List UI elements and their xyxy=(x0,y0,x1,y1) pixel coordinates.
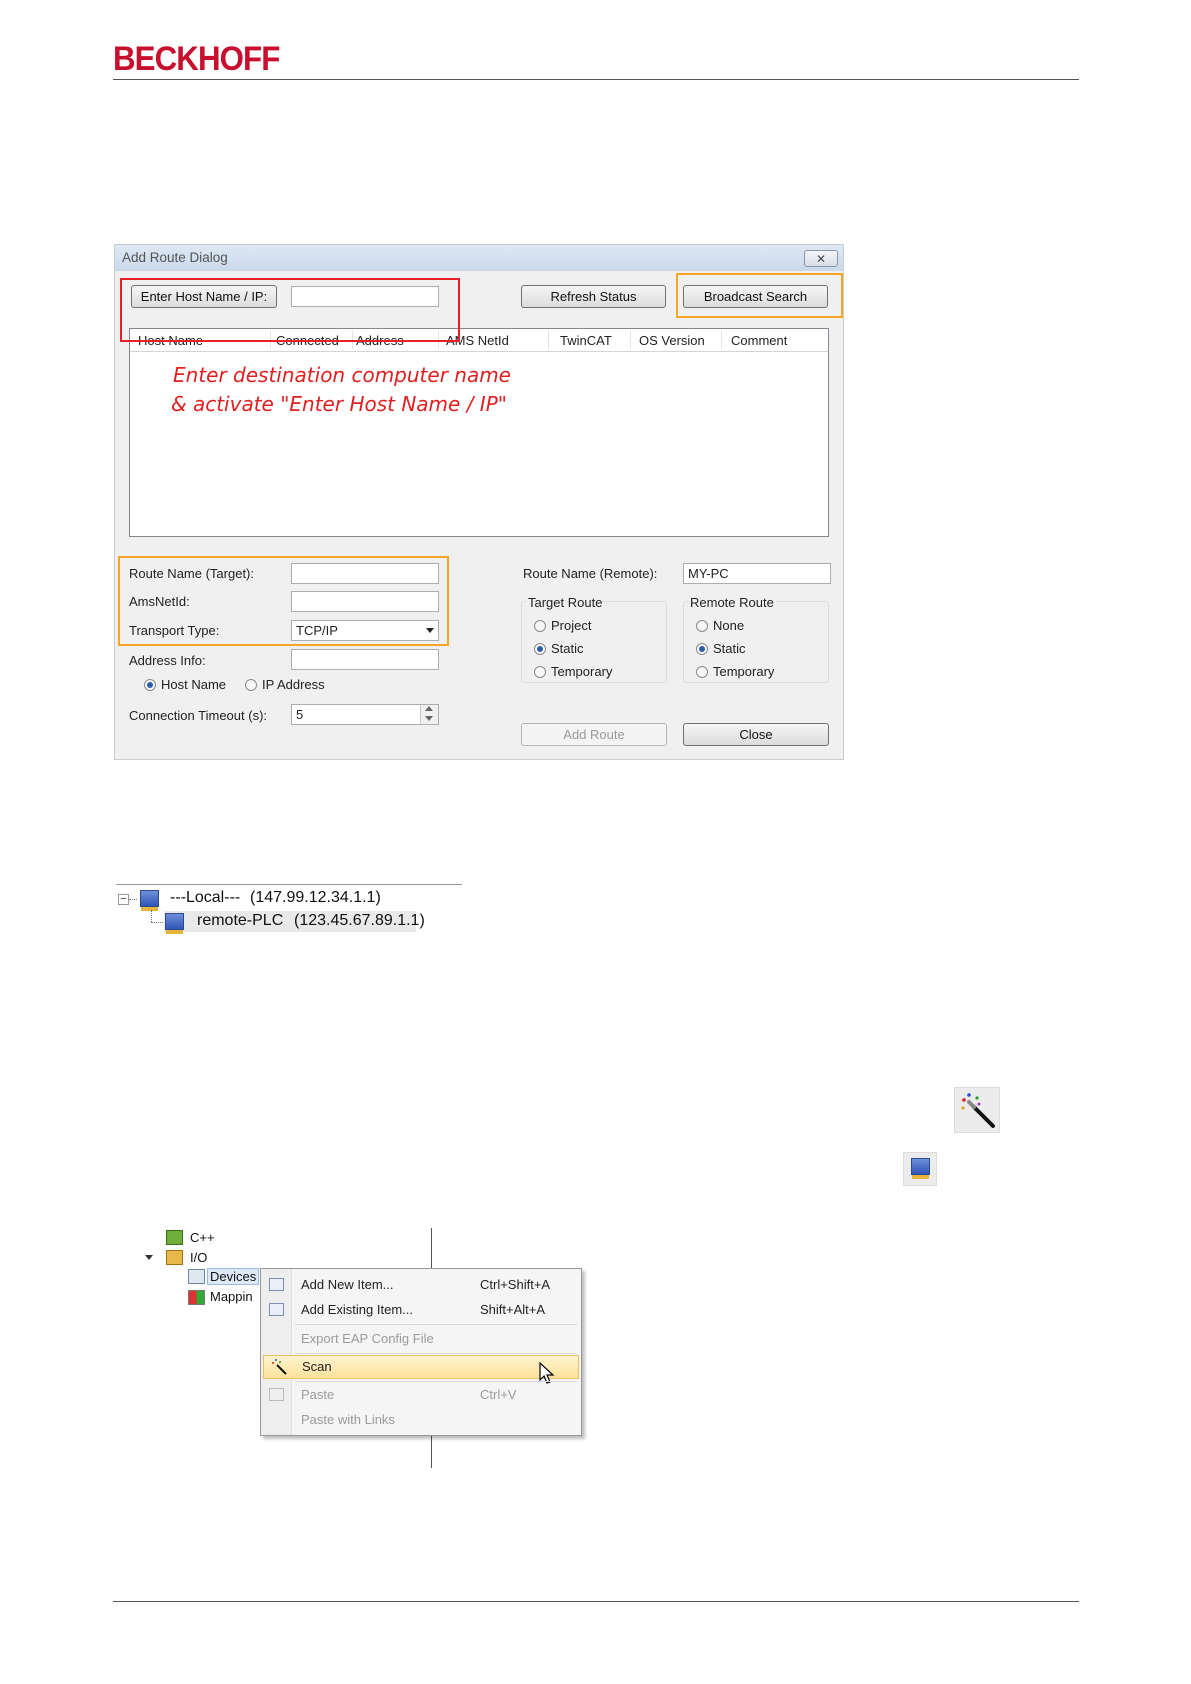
target-route-static-radio[interactable] xyxy=(534,643,546,655)
mappings-icon xyxy=(188,1290,205,1305)
tree-item-cpp[interactable]: C++ xyxy=(190,1230,215,1245)
menu-separator xyxy=(295,1353,577,1354)
remote-plc-icon xyxy=(165,913,184,934)
remote-route-address: (123.45.67.89.1.1) xyxy=(294,912,425,929)
menu-label: Add New Item... xyxy=(301,1277,394,1292)
column-twincat[interactable]: TwinCAT xyxy=(560,333,612,348)
spin-down-icon[interactable] xyxy=(425,716,433,721)
tree-connector xyxy=(151,922,163,923)
scan-wand-icon xyxy=(954,1087,1000,1133)
connection-timeout-stepper[interactable]: 5 xyxy=(291,704,439,725)
remote-route-static-radio[interactable] xyxy=(696,643,708,655)
column-os-version[interactable]: OS Version xyxy=(639,333,705,348)
route-tree: − ---Local--- (147.99.12.34.1.1) remote-… xyxy=(114,884,464,936)
remote-route-temporary-radio[interactable] xyxy=(696,666,708,678)
menu-label: Scan xyxy=(302,1359,332,1374)
cpp-icon xyxy=(166,1230,183,1245)
menu-shortcut: Ctrl+Shift+A xyxy=(480,1277,551,1292)
address-info-input[interactable] xyxy=(291,649,439,670)
menu-item-paste[interactable]: Paste Ctrl+V xyxy=(261,1383,581,1407)
highlight-broadcast-search xyxy=(676,273,843,318)
tree-connector xyxy=(151,910,152,922)
annotation-line-2: & activate "Enter Host Name / IP" xyxy=(171,392,507,416)
menu-label: Paste with Links xyxy=(301,1412,395,1427)
local-plc-icon xyxy=(140,890,159,911)
menu-label: Add Existing Item... xyxy=(301,1302,413,1317)
remote-route-label: Remote Route xyxy=(688,595,776,610)
local-route-name[interactable]: ---Local--- xyxy=(170,889,240,907)
host-name-radio-label: Host Name xyxy=(161,677,227,692)
dialog-close-icon[interactable]: ✕ xyxy=(804,250,838,267)
target-route-project-label: Project xyxy=(551,618,592,633)
column-separator xyxy=(548,331,549,349)
menu-shortcut: Ctrl+V xyxy=(480,1387,517,1402)
remote-route-none-radio[interactable] xyxy=(696,620,708,632)
refresh-status-button[interactable]: Refresh Status xyxy=(521,285,666,308)
plc-icon xyxy=(911,1158,930,1179)
highlight-route-fields xyxy=(118,556,449,646)
target-route-static-label: Static xyxy=(551,641,584,656)
beckhoff-logo: BECKHOFF xyxy=(113,40,280,78)
target-route-label: Target Route xyxy=(526,595,605,610)
context-menu: Add New Item... Ctrl+Shift+A Add Existin… xyxy=(260,1268,582,1436)
local-route-address: (147.99.12.34.1.1) xyxy=(250,889,381,906)
address-info-label: Address Info: xyxy=(129,653,206,668)
remote-route-none-label: None xyxy=(713,618,745,633)
target-route-temporary-label: Temporary xyxy=(551,664,613,679)
spin-buttons[interactable] xyxy=(420,705,438,724)
menu-separator xyxy=(295,1324,577,1325)
add-existing-item-icon xyxy=(269,1303,284,1316)
target-route-temporary-radio[interactable] xyxy=(534,666,546,678)
remote-route-temporary-label: Temporary xyxy=(713,664,775,679)
menu-item-export-eap-config[interactable]: Export EAP Config File xyxy=(261,1327,581,1351)
target-route-project-radio[interactable] xyxy=(534,620,546,632)
route-tree-top-rule xyxy=(116,884,462,885)
remote-route-row[interactable]: remote-PLC (123.45.67.89.1.1) xyxy=(164,911,425,934)
menu-item-scan[interactable]: Scan xyxy=(263,1355,579,1384)
connection-timeout-value: 5 xyxy=(296,707,304,722)
menu-label: Paste xyxy=(301,1387,335,1402)
ip-address-radio-label: IP Address xyxy=(262,677,325,692)
collapse-arrow-icon[interactable] xyxy=(145,1255,153,1260)
dialog-title: Add Route Dialog xyxy=(122,250,228,265)
tree-connector xyxy=(129,899,137,900)
footer-rule xyxy=(113,1601,1079,1602)
remote-route-static-label: Static xyxy=(713,641,746,656)
host-name-radio[interactable] xyxy=(144,679,156,691)
menu-item-add-new-item[interactable]: Add New Item... Ctrl+Shift+A xyxy=(261,1273,581,1297)
column-comment[interactable]: Comment xyxy=(731,333,787,348)
menu-label: Export EAP Config File xyxy=(301,1331,434,1346)
expand-collapse-icon[interactable]: − xyxy=(118,894,129,905)
tree-item-devices[interactable]: Devices xyxy=(207,1268,260,1285)
route-name-remote-input[interactable]: MY-PC xyxy=(683,563,831,584)
column-separator xyxy=(630,331,631,349)
column-separator xyxy=(721,331,722,349)
add-route-dialog: Add Route Dialog ✕ Enter Host Name / IP:… xyxy=(114,244,844,760)
tree-item-mappings[interactable]: Mappin xyxy=(210,1289,253,1304)
magic-wand-icon xyxy=(961,1093,995,1128)
connection-timeout-label: Connection Timeout (s): xyxy=(129,708,268,723)
menu-item-add-existing-item[interactable]: Add Existing Item... Shift+Alt+A xyxy=(261,1298,581,1322)
route-name-remote-label: Route Name (Remote): xyxy=(523,566,658,581)
highlight-enter-host xyxy=(120,278,460,342)
dialog-titlebar: Add Route Dialog ✕ xyxy=(115,245,843,271)
devices-icon xyxy=(188,1269,205,1284)
magic-wand-icon xyxy=(272,1359,287,1375)
plc-system-icon xyxy=(903,1152,937,1186)
header-rule xyxy=(113,79,1079,80)
io-icon xyxy=(166,1250,183,1265)
add-route-button[interactable]: Add Route xyxy=(521,723,667,746)
close-button[interactable]: Close xyxy=(683,723,829,746)
spin-up-icon[interactable] xyxy=(425,706,433,711)
remote-route-name: remote-PLC xyxy=(197,912,284,929)
menu-separator xyxy=(295,1381,577,1382)
menu-shortcut: Shift+Alt+A xyxy=(480,1302,546,1317)
menu-item-paste-with-links[interactable]: Paste with Links xyxy=(261,1408,581,1432)
annotation-line-1: Enter destination computer name xyxy=(173,363,511,387)
tree-item-io[interactable]: I/O xyxy=(190,1250,207,1265)
add-new-item-icon xyxy=(269,1278,284,1291)
host-list-grid[interactable]: Host Name Connected Address AMS NetId Tw… xyxy=(129,328,829,537)
paste-icon xyxy=(269,1388,284,1401)
ip-address-radio[interactable] xyxy=(245,679,257,691)
